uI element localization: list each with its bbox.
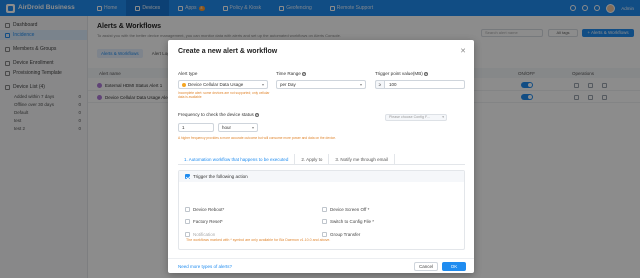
- create-alert-modal: Create a new alert & workflow ✕ Alert ty…: [168, 40, 474, 273]
- warning-icon: [182, 82, 186, 87]
- close-icon[interactable]: ✕: [460, 47, 466, 55]
- checkbox[interactable]: [185, 232, 190, 237]
- alert-type-label-text: Alert type: [178, 71, 198, 76]
- workflow-steps: 1. Automation workflow that happens to b…: [178, 154, 465, 165]
- step-notify-email[interactable]: 3. Notify me through email: [329, 154, 395, 165]
- time-range-label: Time Range?: [276, 71, 306, 76]
- trigger-checkbox[interactable]: [185, 174, 190, 179]
- alert-type-value: Device Cellular Data Usage: [188, 82, 244, 87]
- trigger-label: Trigger the following action: [193, 174, 248, 179]
- help-icon[interactable]: ?: [254, 113, 259, 117]
- modal-footer: Need more types of alerts? Cancel OK: [168, 258, 474, 273]
- more-alert-types-link[interactable]: Need more types of alerts?: [178, 264, 232, 269]
- option-label: Group Transfer: [330, 232, 361, 237]
- threshold-operator: ≥: [375, 80, 384, 89]
- step-automation[interactable]: 1. Automation workflow that happens to b…: [178, 154, 296, 165]
- frequency-unit-value: hour: [222, 125, 232, 130]
- chevron-down-icon: ▾: [442, 115, 444, 119]
- time-range-value: per Day: [280, 82, 296, 87]
- config-file-select[interactable]: Please choose Config F... ▾: [385, 114, 447, 121]
- ok-button[interactable]: OK: [442, 262, 466, 271]
- frequency-label: Frequency to check the device status?: [178, 112, 259, 117]
- checkbox[interactable]: [322, 232, 327, 237]
- frequency-input[interactable]: 1: [178, 123, 214, 132]
- modal-title: Create a new alert & workflow: [178, 48, 278, 55]
- option-device-screen-off[interactable]: Device Screen Off *: [322, 207, 369, 212]
- version-footnote: The workflows marked with * symbol are o…: [186, 238, 331, 242]
- chevron-down-icon: ▾: [261, 82, 264, 87]
- step-apply-to[interactable]: 2. Apply to: [295, 154, 330, 165]
- chevron-down-icon: ▾: [359, 82, 362, 87]
- option-label: Notification: [193, 232, 216, 237]
- config-placeholder: Please choose Config F...: [389, 115, 430, 119]
- frequency-warning: A higher frequency provides a more accur…: [178, 136, 336, 140]
- checkbox[interactable]: [322, 219, 327, 224]
- cancel-button[interactable]: Cancel: [414, 262, 438, 271]
- alert-type-label: Alert type: [178, 71, 197, 76]
- time-range-label-text: Time Range: [276, 71, 301, 76]
- option-label: Factory Reset*: [193, 219, 223, 224]
- threshold-label-text: Trigger point value(MB): [375, 71, 423, 76]
- option-label: Switch to Config File *: [330, 219, 375, 224]
- alert-type-warning: Incomplete alert: some devices are not s…: [178, 91, 270, 99]
- help-icon[interactable]: ?: [423, 72, 428, 76]
- alert-type-select[interactable]: Device Cellular Data Usage ▾: [178, 80, 268, 89]
- option-switch-config-file[interactable]: Switch to Config File *: [322, 219, 374, 224]
- trigger-row[interactable]: Trigger the following action: [179, 171, 464, 182]
- option-label: Device Screen Off *: [330, 207, 370, 212]
- checkbox[interactable]: [185, 219, 190, 224]
- checkbox[interactable]: [322, 207, 327, 212]
- option-notification[interactable]: Notification: [185, 232, 215, 237]
- chevron-down-icon: ▾: [251, 125, 254, 130]
- checkbox[interactable]: [185, 207, 190, 212]
- threshold-input[interactable]: 100: [384, 80, 465, 89]
- option-factory-reset[interactable]: Factory Reset*: [185, 219, 223, 224]
- frequency-label-text: Frequency to check the device status: [178, 112, 254, 117]
- frequency-unit-select[interactable]: hour ▾: [218, 123, 258, 132]
- threshold-label: Trigger point value(MB)?: [375, 71, 428, 76]
- time-range-select[interactable]: per Day ▾: [276, 80, 366, 89]
- help-icon[interactable]: ?: [301, 72, 306, 76]
- option-group-transfer[interactable]: Group Transfer: [322, 232, 360, 237]
- option-device-reboot[interactable]: Device Reboot*: [185, 207, 224, 212]
- option-label: Device Reboot*: [193, 207, 225, 212]
